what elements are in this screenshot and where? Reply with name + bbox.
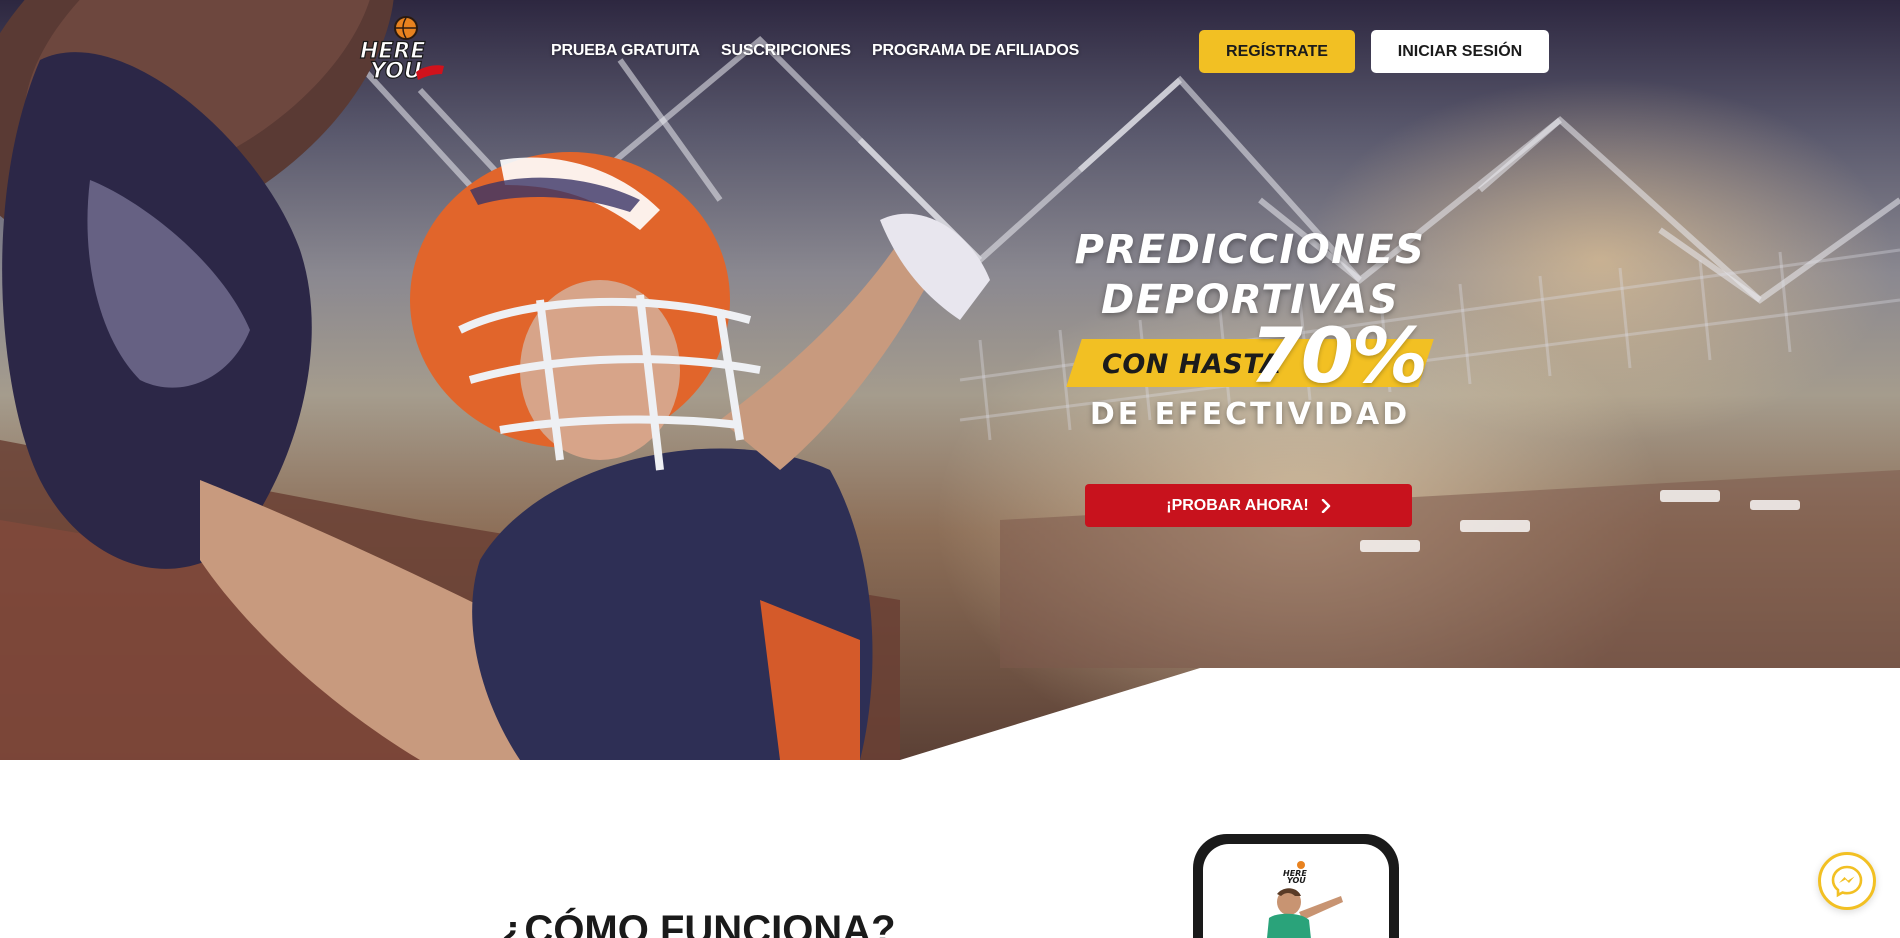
phone-brand-logo: HERE YOU (1283, 861, 1307, 884)
nav-link-subscriptions[interactable]: SUSCRIPCIONES (721, 42, 851, 60)
headline-line-3: DE EFECTIVIDAD (1089, 397, 1411, 432)
try-now-button[interactable]: ¡PROBAR AHORA! (1085, 484, 1412, 527)
effectiveness-percent: 70% (1250, 311, 1428, 400)
stadium-background (0, 0, 1900, 760)
effectiveness-stripe: CON HASTA 70% (1066, 311, 1434, 400)
svg-text:YOU: YOU (370, 59, 422, 84)
chevron-right-icon (1321, 498, 1330, 513)
phone-mockup: HERE YOU (1193, 834, 1399, 938)
how-it-works-title: ¿CÓMO FUNCIONA? (500, 908, 896, 938)
brand-logo[interactable]: HERE YOU (350, 14, 450, 90)
login-button[interactable]: INICIAR SESIÓN (1371, 30, 1549, 73)
messenger-icon (1831, 865, 1863, 898)
hero-banner: HERE YOU PRUEBA GRATUITA SUSCRIPCIONES P… (0, 0, 1900, 760)
nav-link-free-trial[interactable]: PRUEBA GRATUITA (551, 42, 700, 60)
athlete-image (1267, 888, 1343, 938)
headline-line-1: PREDICCIONES (1074, 227, 1426, 273)
messenger-chat-button[interactable] (1818, 852, 1876, 910)
try-now-label: ¡PROBAR AHORA! (1166, 496, 1309, 514)
phone-screen: HERE YOU (1203, 844, 1389, 938)
svg-text:YOU: YOU (1287, 876, 1306, 884)
nav-link-affiliates[interactable]: PROGRAMA DE AFILIADOS (872, 42, 1079, 60)
register-button[interactable]: REGÍSTRATE (1199, 30, 1355, 73)
hero-headline: PREDICCIONES DEPORTIVAS CON HASTA 70% DE… (1060, 225, 1440, 435)
